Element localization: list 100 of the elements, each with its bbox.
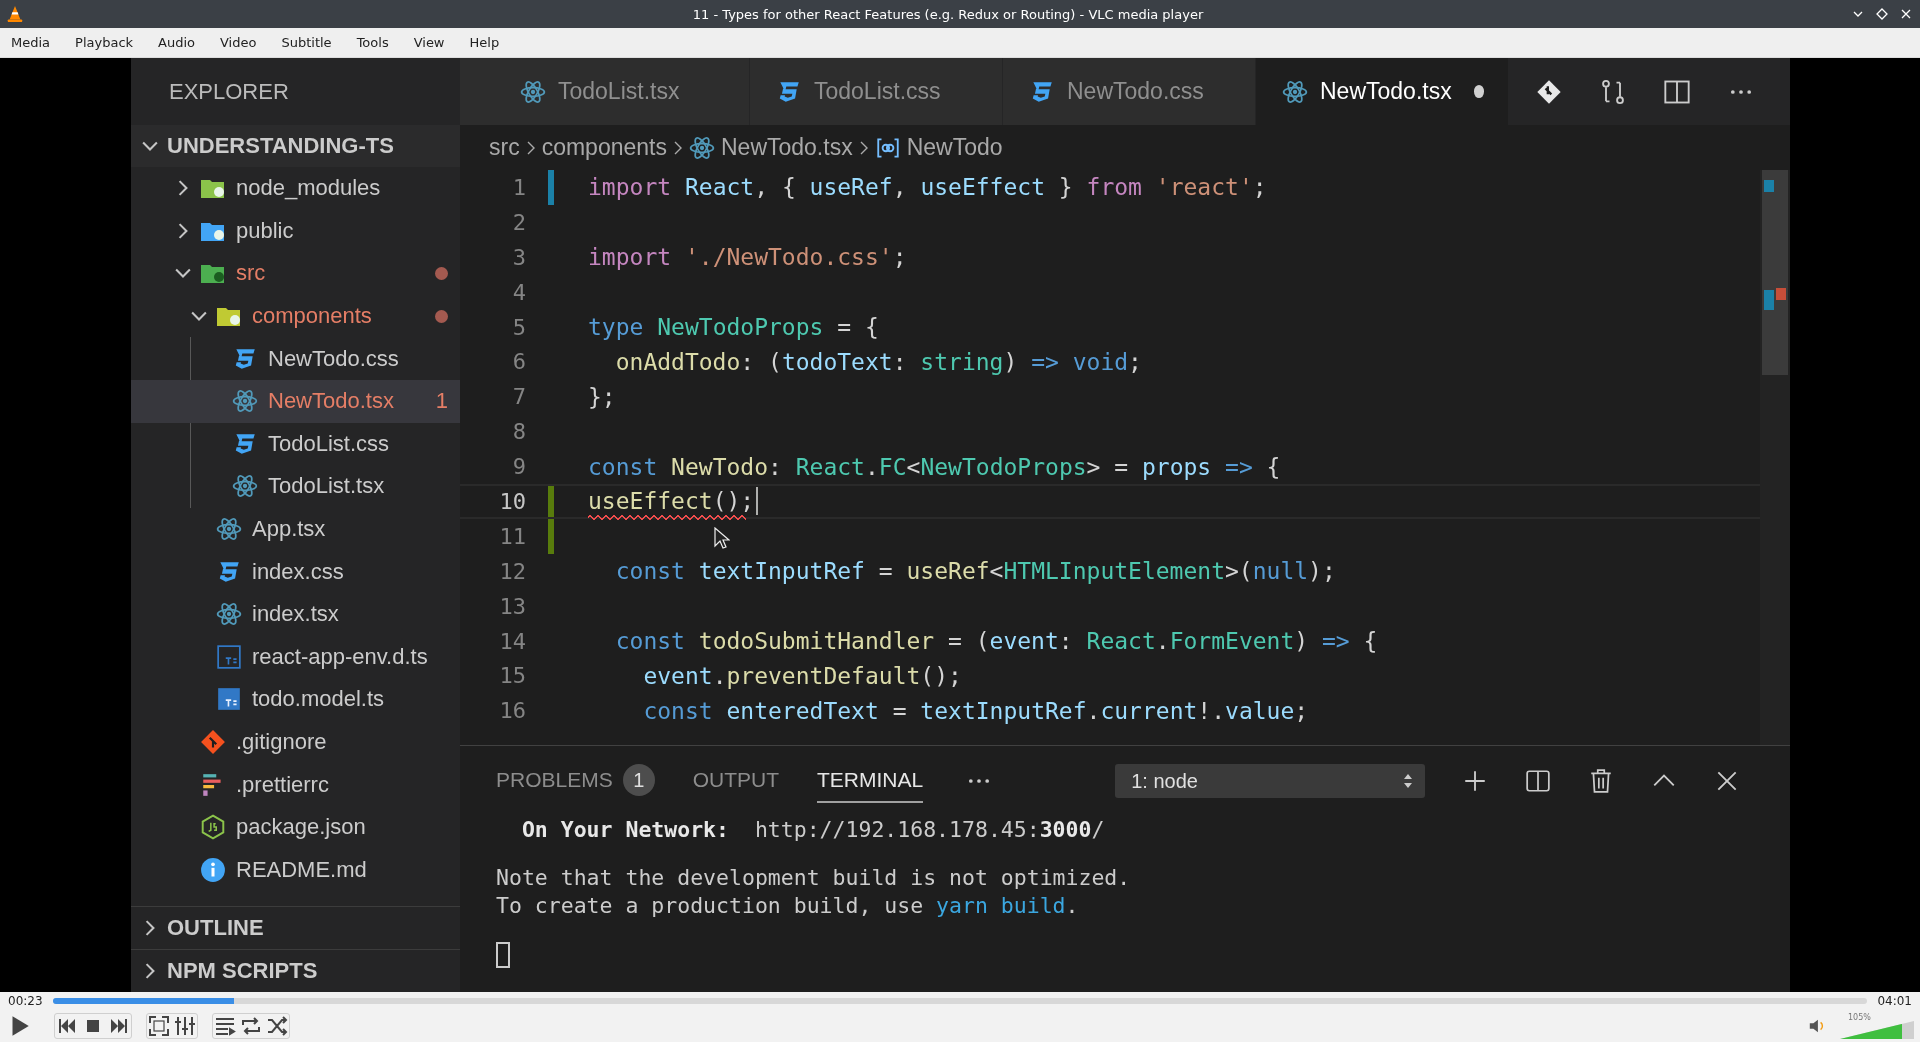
tree-row[interactable]: package.json bbox=[131, 805, 460, 849]
tree-row[interactable]: App.tsx bbox=[131, 507, 460, 551]
menu-item[interactable]: Audio bbox=[151, 33, 202, 52]
diamond-icon bbox=[200, 729, 226, 755]
tree-row[interactable]: TodoList.tsx bbox=[131, 465, 460, 508]
line-number: 13 bbox=[498, 593, 526, 619]
equalizer-icon[interactable] bbox=[173, 1014, 197, 1038]
panel-tab-title: PROBLEMS bbox=[496, 768, 613, 792]
line-number: 5 bbox=[511, 314, 526, 340]
file-name: App.tsx bbox=[252, 516, 326, 543]
shuffle-icon[interactable] bbox=[265, 1014, 289, 1038]
fullscreen-icon[interactable] bbox=[147, 1014, 171, 1038]
breadcrumb-item[interactable]: src bbox=[489, 134, 520, 161]
atom-icon bbox=[216, 516, 242, 543]
elapsed-time: 00:23 bbox=[8, 994, 43, 1008]
speaker-icon[interactable] bbox=[1808, 1017, 1826, 1035]
breadcrumb-item[interactable]: components bbox=[541, 134, 667, 161]
count-badge: 1 bbox=[622, 764, 655, 796]
menu-item[interactable]: Help bbox=[462, 33, 507, 52]
window-title: 11 - Types for other React Features (e.g. Redux or Routing) - VLC media player bbox=[691, 6, 1205, 22]
tree-row[interactable]: NewTodo.css bbox=[131, 337, 460, 380]
traffic-cone-icon bbox=[6, 5, 24, 23]
atom-icon bbox=[232, 473, 258, 500]
terminal-cursor bbox=[496, 942, 510, 968]
tab-title: NewTodo.css bbox=[1067, 78, 1204, 105]
seek-slider[interactable] bbox=[52, 998, 1868, 1004]
tab-title: TodoList.tsx bbox=[558, 78, 680, 105]
panel-tab[interactable]: TERMINAL bbox=[817, 759, 924, 803]
code-line: onAddTodo: (todoText: string) => void; bbox=[614, 347, 1142, 377]
tree-row[interactable]: index.tsx bbox=[131, 592, 460, 636]
code-line: import React, { useRef, useEffect } from 'react'; bbox=[588, 173, 1267, 203]
terminal-line: On Your Network: http://192.168.178.45:3000/ bbox=[520, 816, 1106, 844]
panel-tab[interactable]: PROBLEMS 1 bbox=[496, 759, 655, 803]
chevron-icon bbox=[858, 139, 869, 156]
maximize-icon[interactable] bbox=[1876, 8, 1888, 20]
menu-item[interactable]: Playback bbox=[68, 33, 141, 52]
menu-item[interactable]: Video bbox=[213, 33, 264, 52]
atom-icon bbox=[216, 601, 242, 628]
panel-tab[interactable]: OUTPUT bbox=[692, 759, 780, 803]
tree-row[interactable]: todo.model.ts bbox=[131, 678, 460, 721]
tree-row[interactable]: components bbox=[131, 294, 460, 338]
file-name: NewTodo.css bbox=[268, 345, 399, 372]
editor-tab[interactable]: TodoList.css bbox=[750, 58, 1003, 125]
terminal-line: To create a production build, use yarn build. bbox=[496, 892, 1080, 920]
mouse-pointer-icon bbox=[714, 527, 730, 551]
menu-item[interactable]: Media bbox=[4, 33, 58, 52]
tree-row[interactable]: NewTodo.tsx 1 bbox=[131, 379, 460, 423]
file-name: index.tsx bbox=[252, 601, 339, 628]
split-icon[interactable] bbox=[1525, 768, 1552, 794]
scrollbar[interactable] bbox=[1760, 170, 1790, 745]
terminal-line: Note that the development build is not optimized. bbox=[496, 864, 1132, 892]
breadcrumb-item[interactable]: NewTodo.tsx bbox=[721, 134, 853, 161]
line-number: 16 bbox=[498, 698, 526, 724]
tree-row[interactable]: index.css bbox=[131, 550, 460, 593]
editor-tab[interactable]: NewTodo.css bbox=[1003, 58, 1256, 125]
file-name: todo.model.ts bbox=[252, 686, 385, 713]
tree-row[interactable]: README.md bbox=[131, 848, 460, 892]
tree-row[interactable]: TodoList.css bbox=[131, 422, 460, 466]
line-number: 8 bbox=[511, 419, 526, 445]
editor-tab[interactable]: TodoList.tsx bbox=[460, 58, 750, 125]
menu-item[interactable]: Tools bbox=[349, 33, 396, 52]
terminal-dropdown[interactable]: 1: node bbox=[1115, 764, 1426, 798]
tree-row[interactable]: react-app-env.d.ts bbox=[131, 635, 460, 679]
line-number: 4 bbox=[511, 279, 526, 305]
section-title: OUTLINE bbox=[167, 915, 264, 941]
menu-item[interactable]: Subtitle bbox=[274, 33, 339, 52]
square-icon bbox=[216, 686, 242, 713]
menu-item[interactable]: View bbox=[406, 33, 452, 52]
file-name: public bbox=[236, 217, 294, 244]
compare-icon[interactable] bbox=[1599, 77, 1627, 106]
panel-tab-title: OUTPUT bbox=[692, 768, 780, 792]
project-header[interactable]: UNDERSTANDING-TS bbox=[131, 125, 460, 167]
up-down-icon bbox=[1403, 773, 1414, 789]
tab-title: NewTodo.tsx bbox=[1320, 78, 1452, 105]
hexagon-icon bbox=[200, 814, 226, 841]
line-number: 1 bbox=[511, 174, 526, 200]
project-name: UNDERSTANDING-TS bbox=[167, 133, 394, 159]
code-line: event.preventDefault(); bbox=[642, 661, 962, 691]
editor-tab[interactable]: NewTodo.tsx bbox=[1256, 58, 1509, 125]
tree-row[interactable]: src bbox=[131, 252, 460, 295]
code-line: type NewTodoProps = { bbox=[588, 313, 879, 342]
code-line: const enteredText = textInputRef.current!.value; bbox=[642, 696, 1309, 726]
file-name: components bbox=[252, 303, 372, 330]
file-name: .gitignore bbox=[236, 729, 327, 755]
atom-icon bbox=[689, 134, 715, 161]
tree-row[interactable]: node_modules bbox=[131, 167, 460, 210]
tree-row[interactable]: public bbox=[131, 209, 460, 253]
square-icon bbox=[216, 643, 242, 670]
file-name: TodoList.css bbox=[268, 430, 390, 457]
code-line: useEffect(); bbox=[588, 486, 755, 517]
file-name: react-app-env.d.ts bbox=[252, 643, 428, 670]
atom-icon bbox=[520, 78, 546, 105]
breadcrumb-item[interactable]: NewTodo bbox=[906, 134, 1003, 161]
line-number: 14 bbox=[498, 628, 526, 654]
code-line: const NewTodo: React.FC<NewTodoProps> = props => { bbox=[588, 452, 1281, 482]
tree-row[interactable]: .gitignore bbox=[131, 720, 460, 764]
tree-row[interactable]: .prettierrc bbox=[131, 763, 460, 806]
close-icon[interactable] bbox=[1900, 8, 1912, 20]
file-name: src bbox=[236, 260, 266, 287]
file-name: package.json bbox=[236, 814, 366, 841]
